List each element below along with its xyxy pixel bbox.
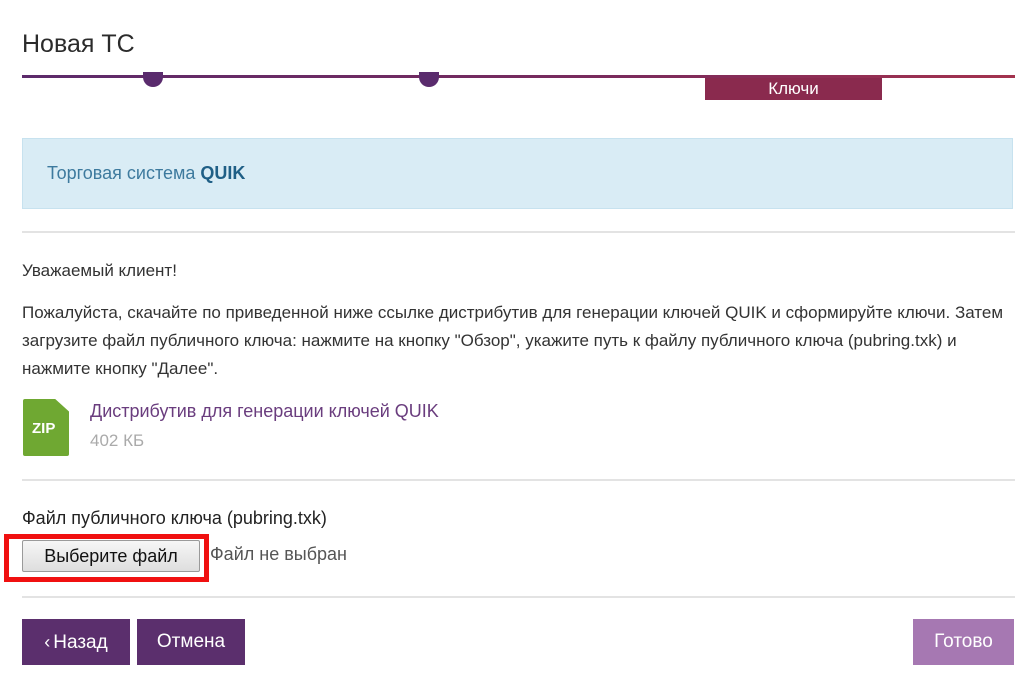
choose-file-button[interactable]: Выберите файл (22, 540, 200, 572)
info-box: Торговая система QUIK (22, 138, 1013, 209)
step-marker-2 (419, 72, 439, 87)
back-button-label: Назад (53, 632, 108, 653)
active-step-keys: Ключи (705, 78, 882, 100)
trading-system-name: QUIK (200, 163, 246, 183)
chevron-left-icon: ‹ (44, 632, 51, 652)
zip-file-icon: ZIP (23, 399, 69, 456)
back-button[interactable]: ‹ Назад (22, 619, 130, 665)
divider (22, 479, 1015, 481)
step-marker-1 (143, 72, 163, 87)
file-status-text: Файл не выбран (210, 544, 347, 564)
cancel-button[interactable]: Отмена (137, 619, 245, 665)
done-button[interactable]: Готово (913, 619, 1014, 665)
public-key-field-label: Файл публичного ключа (pubring.txk) (22, 508, 327, 528)
divider (22, 596, 1015, 598)
info-prefix: Торговая система (47, 163, 201, 183)
instructions-text: Пожалуйста, скачайте по приведенной ниже… (22, 303, 1004, 378)
page-title: Новая ТС (22, 30, 135, 58)
divider (22, 231, 1015, 233)
progress-stepper: Ключи (22, 71, 1015, 101)
greeting-text: Уважаемый клиент! (22, 261, 177, 280)
zip-icon-label: ZIP (32, 420, 56, 437)
new-trading-system-page: Новая ТС Ключи Торговая система QUIK Ува… (0, 0, 1023, 676)
download-distribution-link[interactable]: Дистрибутив для генерации ключей QUIK (90, 401, 439, 422)
file-size: 402 КБ (90, 431, 145, 450)
info-text: Торговая система QUIK (47, 163, 245, 184)
